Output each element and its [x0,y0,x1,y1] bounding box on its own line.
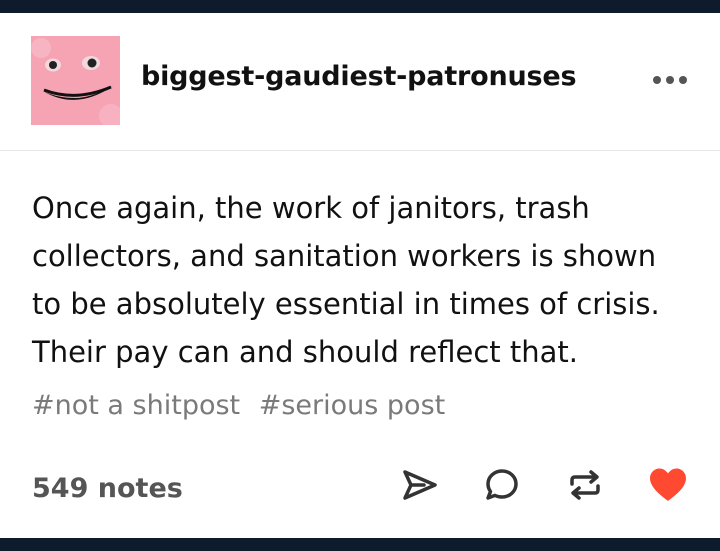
reblog-button[interactable] [565,465,605,505]
post-text-line: to be absolutely essential in times of c… [32,287,660,321]
post-header: biggest-gaudiest-patronuses [0,13,720,151]
reblog-icon [570,470,600,500]
share-button[interactable] [400,465,440,505]
ellipsis-icon [653,76,687,84]
speech-bubble-icon [486,469,518,500]
reply-button[interactable] [482,465,522,505]
avatar[interactable] [31,36,120,125]
notes-count[interactable]: 549 notes [32,473,183,504]
like-button[interactable] [648,465,688,505]
post-body-text: Once again, the work of janitors, trash … [32,184,692,376]
top-frame-bar [0,0,720,13]
heart-icon [650,468,686,501]
post-card: biggest-gaudiest-patronuses Once again, … [0,13,720,538]
post-text-line: Once again, the work of janitors, trash [32,191,590,225]
send-icon [403,470,437,500]
bottom-frame-bar [0,538,720,551]
post-tags: #not a shitpost #serious post [32,390,692,421]
blog-username[interactable]: biggest-gaudiest-patronuses [141,61,577,92]
tag-link[interactable]: #serious post [259,390,446,421]
post-text-line: collectors, and sanitation workers is sh… [32,239,657,273]
tag-link[interactable]: #not a shitpost [32,390,240,421]
more-options-button[interactable] [648,69,692,91]
post-text-line: Their pay can and should reflect that. [32,335,578,369]
blob-face-icon [31,36,120,125]
